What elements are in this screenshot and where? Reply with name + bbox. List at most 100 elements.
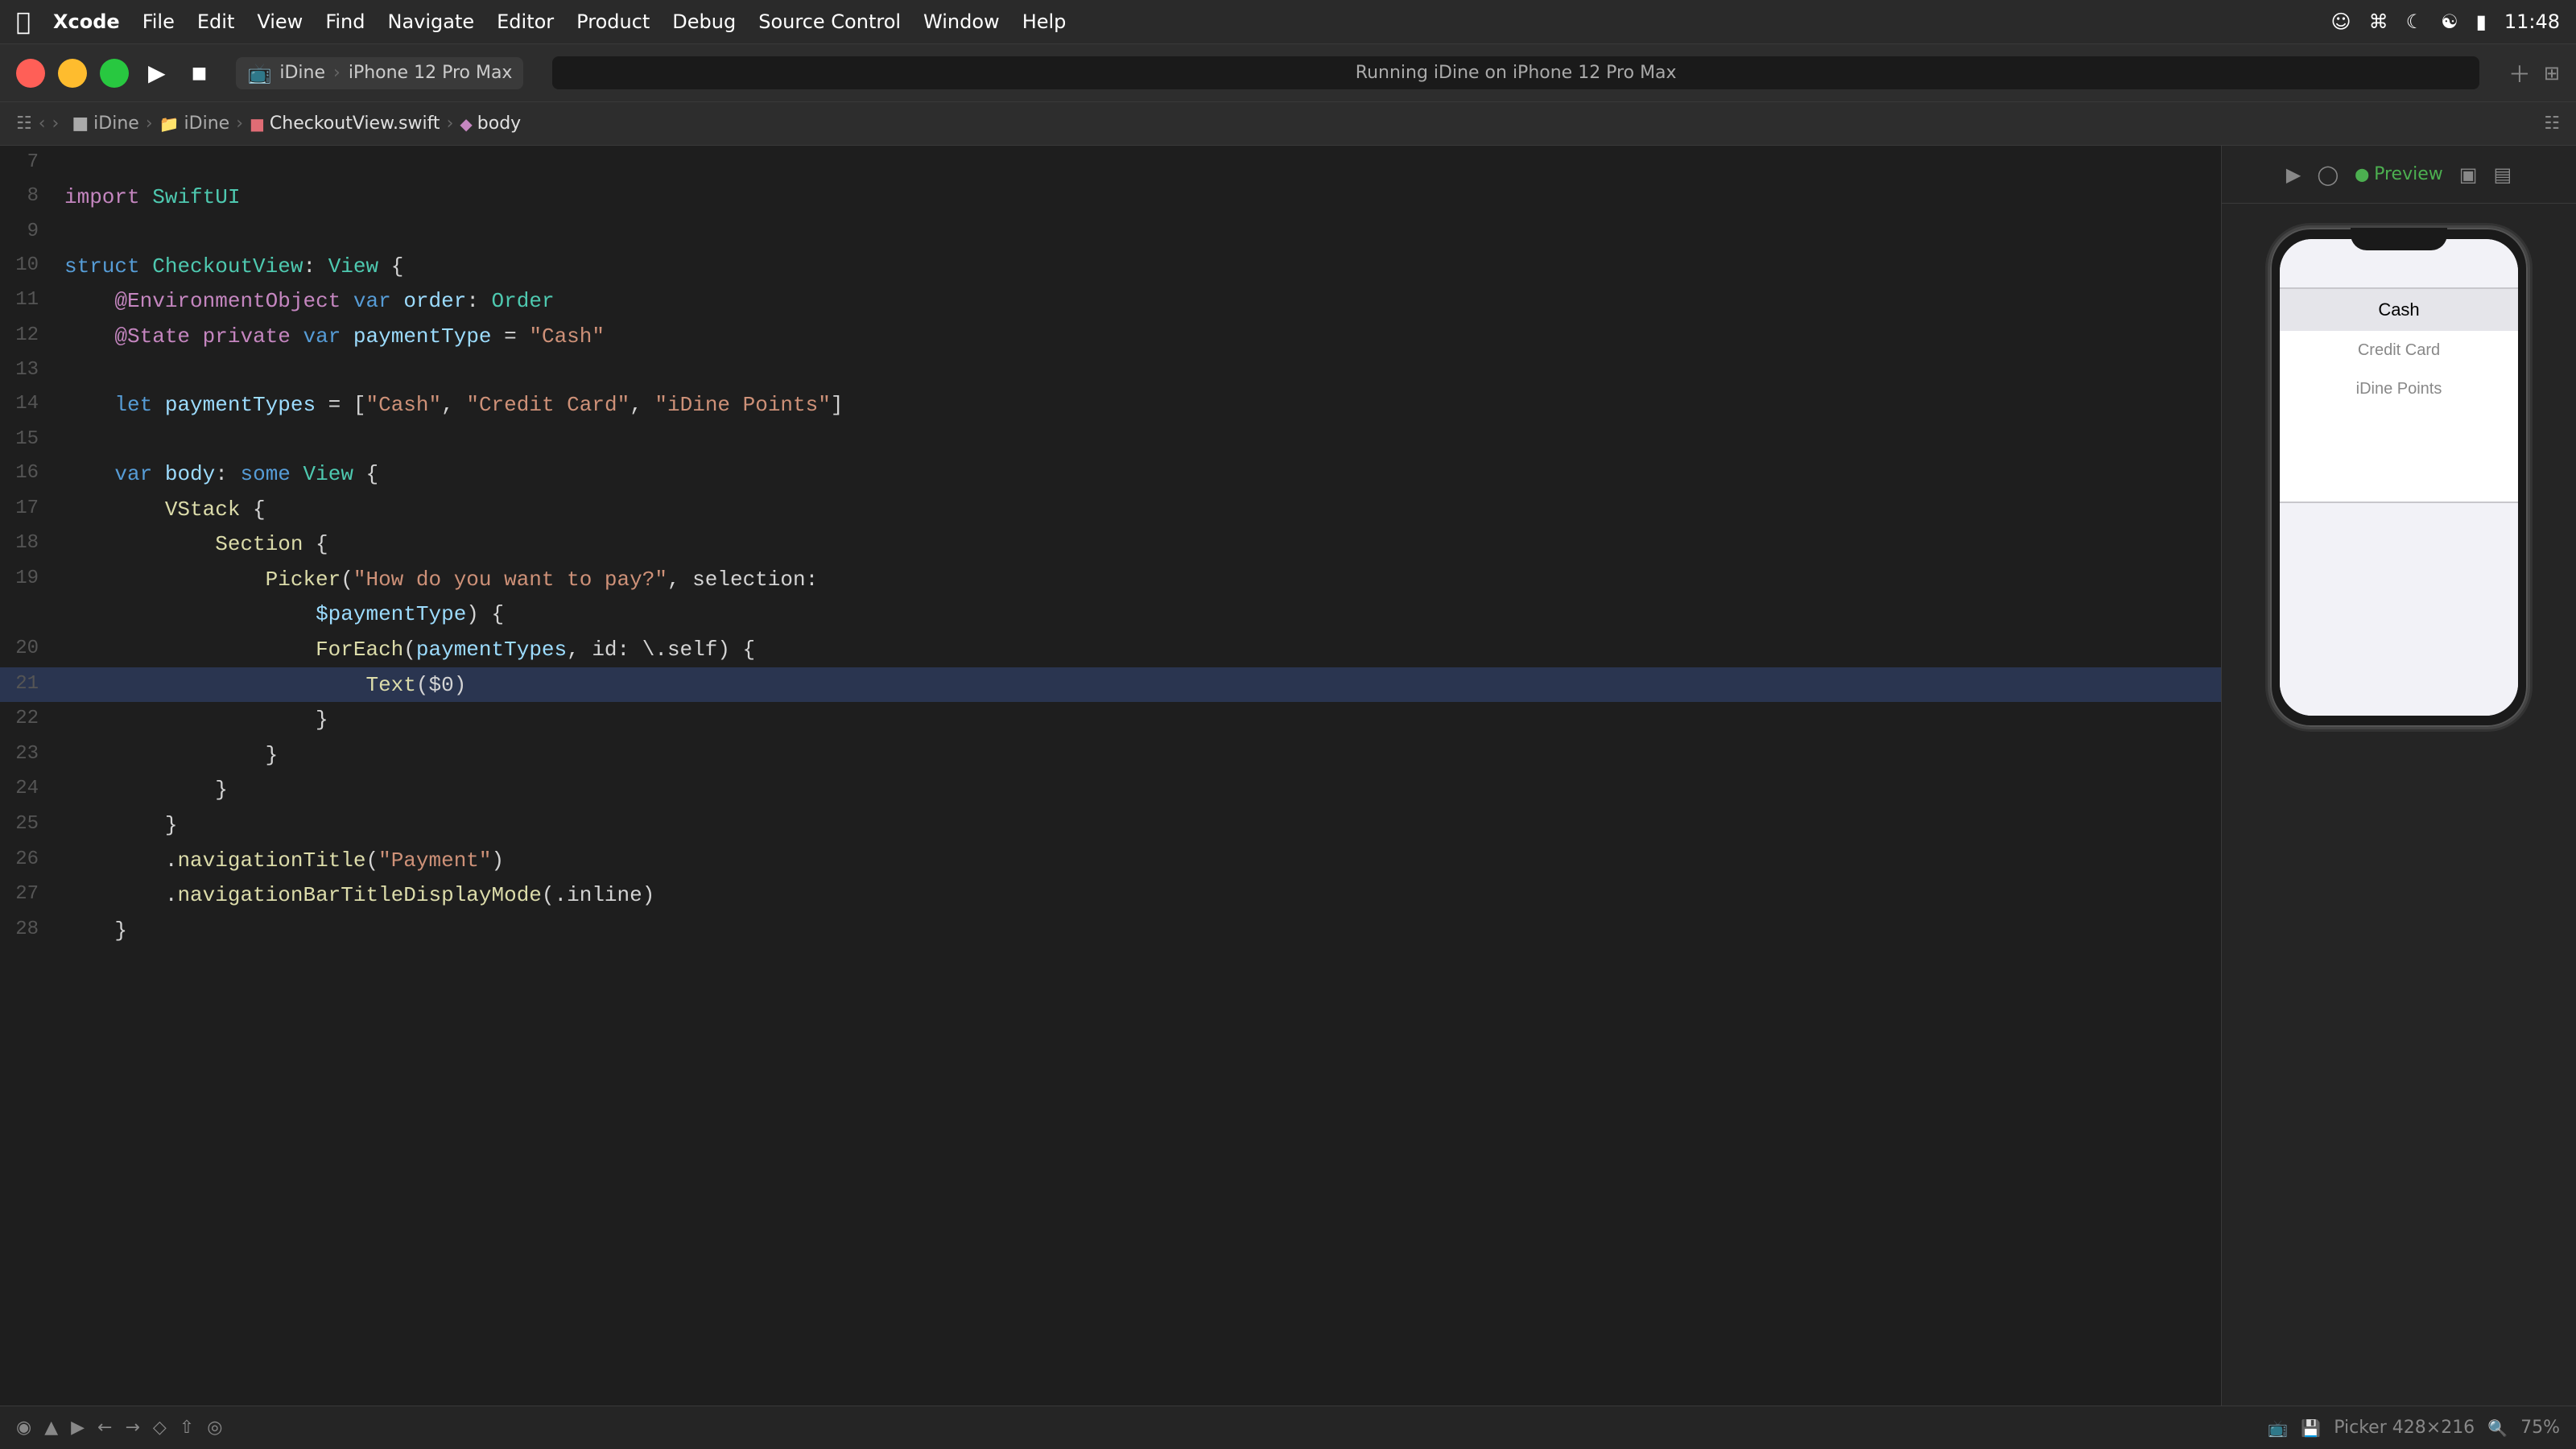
ios-picker-cash: Cash <box>2378 299 2419 320</box>
line-content <box>58 423 2221 424</box>
bottom-nav-back[interactable]: ← <box>97 1418 112 1438</box>
bottom-scheme-icon: 📺 <box>2268 1418 2288 1438</box>
editor-layout-icon[interactable]: ⊞ <box>2544 62 2560 85</box>
folder-icon: 📁 <box>159 114 180 134</box>
preview-run-icon[interactable]: ▶ <box>2286 163 2301 186</box>
maximize-button[interactable] <box>100 59 129 88</box>
code-line: 8import SwiftUI <box>0 180 2221 215</box>
code-line: 27 .navigationBarTitleDisplayMode(.inlin… <box>0 877 2221 913</box>
line-content <box>58 146 2221 147</box>
iphone-frame: Cash Credit Card iDine Points <box>2270 228 2528 727</box>
bottom-debug-icon[interactable]: ◉ <box>16 1418 31 1438</box>
line-number: 17 <box>0 492 58 524</box>
moon-icon: ☾ <box>2406 10 2424 33</box>
menu-item-edit[interactable]: Edit <box>197 10 234 33</box>
component-name: Picker <box>2334 1418 2387 1438</box>
line-number: 10 <box>0 249 58 281</box>
code-line: 28 } <box>0 913 2221 948</box>
menu-item-view[interactable]: View <box>257 10 303 33</box>
line-number: 16 <box>0 456 58 489</box>
symbol-icon: ◆ <box>460 114 472 134</box>
menu-item-file[interactable]: File <box>142 10 175 33</box>
code-line: 15 <box>0 423 2221 456</box>
breadcrumb-project[interactable]: ■ iDine <box>72 114 138 134</box>
nav-back-icon[interactable]: ‹ <box>39 114 46 134</box>
menu-item-help[interactable]: Help <box>1022 10 1067 33</box>
scheme-app-icon: 📺 <box>247 62 271 85</box>
add-button[interactable]: ＋ <box>2508 57 2531 89</box>
close-button[interactable] <box>16 59 45 88</box>
breadcrumb-symbol[interactable]: ◆ body <box>460 114 521 134</box>
line-number: 8 <box>0 180 58 212</box>
line-number: 7 <box>0 146 58 178</box>
ios-bottom-bar <box>2280 503 2518 716</box>
bc-sep-1: › <box>146 114 153 134</box>
preview-label: ⬤ Preview <box>2355 164 2443 184</box>
line-content: } <box>58 737 2221 773</box>
line-content <box>58 215 2221 217</box>
line-number: 12 <box>0 319 58 351</box>
code-line: 10struct CheckoutView: View { <box>0 249 2221 284</box>
scheme-separator: › <box>333 63 341 83</box>
breadcrumb-project-label: iDine <box>93 114 139 134</box>
bottom-nav-forward[interactable]: → <box>125 1418 139 1438</box>
line-content: ForEach(paymentTypes, id: \.self) { <box>58 632 2221 667</box>
code-editor[interactable]: 78import SwiftUI910struct CheckoutView: … <box>0 146 2222 1406</box>
menu-item-navigate[interactable]: Navigate <box>387 10 474 33</box>
bottom-issue-icon[interactable]: ▲ <box>44 1418 58 1438</box>
ios-picker-selected-row[interactable]: Cash <box>2280 289 2518 331</box>
zoom-icon[interactable]: 🔍 <box>2487 1418 2508 1438</box>
line-number: 28 <box>0 913 58 945</box>
battery-icon: ▮ <box>2476 10 2487 33</box>
bottom-more-icon[interactable]: ◎ <box>207 1418 222 1438</box>
editor-layout-right-icon[interactable]: ☷ <box>2544 114 2560 134</box>
line-number: 13 <box>0 353 58 386</box>
stop-button[interactable]: ◼ <box>185 58 214 88</box>
menu-item-debug[interactable]: Debug <box>672 10 736 33</box>
wifi-icon: ⌘ <box>2369 10 2388 33</box>
menu-item-window[interactable]: Window <box>923 10 1000 33</box>
dropbox-icon[interactable]: ☺ <box>2331 10 2351 33</box>
line-content: Text($0) <box>58 667 2221 703</box>
menu-item-find[interactable]: Find <box>325 10 365 33</box>
apple-logo[interactable]:  <box>16 8 31 36</box>
code-line: 24 } <box>0 772 2221 807</box>
menu-item-xcode[interactable]: Xcode <box>53 10 120 33</box>
preview-device-icon[interactable]: ▣ <box>2459 163 2478 186</box>
line-content: Picker("How do you want to pay?", select… <box>58 562 2221 597</box>
bottom-test-icon[interactable]: ▶ <box>71 1418 85 1438</box>
code-line: 14 let paymentTypes = ["Cash", "Credit C… <box>0 387 2221 423</box>
menu-item-product[interactable]: Product <box>576 10 650 33</box>
code-line: $paymentType) { <box>0 597 2221 632</box>
breadcrumb-file[interactable]: ■ CheckoutView.swift <box>250 114 440 134</box>
ios-picker-credit-card-row[interactable]: Credit Card <box>2280 331 2518 369</box>
menu-item-source-control[interactable]: Source Control <box>758 10 901 33</box>
menu-item-editor[interactable]: Editor <box>497 10 554 33</box>
preview-panel: ▶ ◯ ⬤ Preview ▣ ▤ <box>2222 146 2576 1406</box>
code-line: 12 @State private var paymentType = "Cas… <box>0 319 2221 354</box>
line-content: } <box>58 807 2221 843</box>
bottom-source-icon: 💾 <box>2301 1418 2321 1438</box>
minimize-button[interactable] <box>58 59 87 88</box>
ios-picker-idine-points-row[interactable]: iDine Points <box>2280 369 2518 408</box>
line-content: struct CheckoutView: View { <box>58 249 2221 284</box>
ios-picker-credit-card: Credit Card <box>2358 341 2440 360</box>
breadcrumb-folder[interactable]: 📁 iDine <box>159 114 230 134</box>
breadcrumb-symbol-label: body <box>477 114 521 134</box>
preview-title-text: Preview <box>2374 164 2443 184</box>
scheme-selector[interactable]: 📺 iDine › iPhone 12 Pro Max <box>236 57 523 89</box>
line-content: .navigationBarTitleDisplayMode(.inline) <box>58 877 2221 913</box>
run-button[interactable]: ▶ <box>142 56 172 89</box>
bottom-breakpoint-icon[interactable]: ◇ <box>153 1418 167 1438</box>
sidebar-toggle-icon[interactable]: ☷ <box>16 114 32 134</box>
nav-arrows: ‹ › <box>39 114 60 134</box>
bc-sep-2: › <box>236 114 243 134</box>
nav-forward-icon[interactable]: › <box>52 114 60 134</box>
bc-sep-3: › <box>447 114 454 134</box>
ios-picker-area: Cash Credit Card iDine Points <box>2280 289 2518 502</box>
preview-settings-icon[interactable]: ◯ <box>2317 163 2339 186</box>
preview-layout-icon[interactable]: ▤ <box>2493 163 2512 186</box>
bottom-cursor-icon[interactable]: ⇧ <box>180 1418 194 1438</box>
code-line: 18 Section { <box>0 526 2221 562</box>
line-number: 19 <box>0 562 58 594</box>
